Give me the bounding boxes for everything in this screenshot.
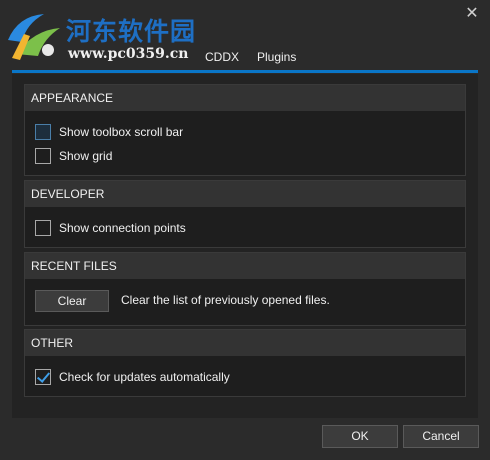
other-header: OTHER: [25, 330, 465, 356]
other-section: OTHER Check for updates automatically: [24, 329, 466, 397]
show-grid-option[interactable]: Show grid: [35, 147, 112, 165]
tab-plugins[interactable]: Plugins: [257, 50, 296, 64]
tab-bar: CDDX Plugins: [12, 44, 478, 74]
tab-underline: [12, 70, 478, 73]
show-grid-label: Show grid: [59, 149, 113, 163]
show-toolbox-scroll-bar-option[interactable]: Show toolbox scroll bar: [35, 123, 183, 141]
check-for-updates-label: Check for updates automatically: [59, 370, 230, 384]
options-dialog: ✕ 河东软件园 www.pc0359.cn CDDX Plugins APPEA…: [0, 0, 490, 460]
options-panel: APPEARANCE Show toolbox scroll bar Show …: [12, 74, 478, 418]
close-icon[interactable]: ✕: [464, 6, 480, 22]
show-connection-points-label: Show connection points: [59, 221, 186, 235]
show-grid-checkbox[interactable]: [35, 148, 51, 164]
check-for-updates-option[interactable]: Check for updates automatically: [35, 368, 230, 386]
developer-section: DEVELOPER Show connection points: [24, 180, 466, 248]
recent-files-section: RECENT FILES Clear Clear the list of pre…: [24, 252, 466, 326]
ok-button[interactable]: OK: [322, 425, 398, 448]
appearance-section: APPEARANCE Show toolbox scroll bar Show …: [24, 84, 466, 176]
clear-button[interactable]: Clear: [35, 290, 109, 312]
appearance-header: APPEARANCE: [25, 85, 465, 111]
show-toolbox-scroll-bar-checkbox[interactable]: [35, 124, 51, 140]
show-connection-points-checkbox[interactable]: [35, 220, 51, 236]
show-connection-points-option[interactable]: Show connection points: [35, 219, 186, 237]
check-for-updates-checkbox[interactable]: [35, 369, 51, 385]
recent-files-header: RECENT FILES: [25, 253, 465, 279]
tab-cddx[interactable]: CDDX: [205, 50, 239, 64]
cancel-button[interactable]: Cancel: [403, 425, 479, 448]
developer-header: DEVELOPER: [25, 181, 465, 207]
watermark-title: 河东软件园: [66, 17, 197, 46]
show-toolbox-scroll-bar-label: Show toolbox scroll bar: [59, 125, 184, 139]
clear-description: Clear the list of previously opened file…: [121, 293, 330, 307]
